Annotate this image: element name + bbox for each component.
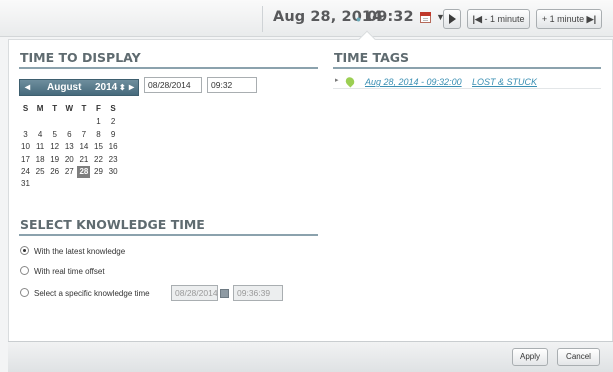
time-tag-time-link[interactable]: Aug 28, 2014 - 09:32:00 xyxy=(365,77,462,87)
calendar-day[interactable]: 10 xyxy=(19,141,32,153)
calendar-day[interactable]: 4 xyxy=(34,129,47,141)
calendar-day[interactable]: 9 xyxy=(107,129,120,141)
calendar-day[interactable]: 13 xyxy=(63,141,76,153)
weekday-header: W xyxy=(65,104,74,113)
calendar-day[interactable]: 27 xyxy=(63,166,76,178)
plus-minute-label: + 1 minute xyxy=(541,14,585,24)
toolbar-separator xyxy=(262,6,263,32)
weekday-header: F xyxy=(96,104,101,113)
time-tags-rule xyxy=(333,67,601,69)
calendar-icon[interactable] xyxy=(420,12,431,23)
real-time-offset-radio[interactable] xyxy=(20,266,29,275)
calendar-day[interactable]: 21 xyxy=(77,154,90,166)
weekday-header: S xyxy=(22,104,29,113)
specific-knowledge-time-label: Select a specific knowledge time xyxy=(34,289,150,298)
year-spinner-icon[interactable]: ⬍ xyxy=(119,83,126,92)
step-forward-icon: ▶| xyxy=(586,14,597,24)
date-time-separator: • xyxy=(356,11,361,27)
weekday-header: M xyxy=(36,104,44,113)
calendar-day[interactable]: 3 xyxy=(19,129,32,141)
weekday-header: S xyxy=(110,104,116,113)
calendar-day[interactable]: 24 xyxy=(19,166,32,178)
calendar-day[interactable]: 31 xyxy=(19,178,32,190)
calendar-month: August xyxy=(47,82,82,93)
specific-knowledge-time-radio[interactable] xyxy=(20,288,29,297)
time-to-display-rule xyxy=(19,67,318,69)
calendar-day[interactable]: 25 xyxy=(34,166,47,178)
apply-button[interactable]: Apply xyxy=(512,348,548,366)
plus-one-minute-button[interactable]: + 1 minute ▶| xyxy=(536,9,602,29)
calendar-day[interactable]: 19 xyxy=(48,154,61,166)
calendar-day[interactable]: 6 xyxy=(63,129,76,141)
calendar-header: ◂ August 2014 ⬍ ▸ xyxy=(19,79,139,96)
play-icon xyxy=(448,13,456,24)
prev-month-icon[interactable]: ◂ xyxy=(25,82,30,93)
time-tags-divider xyxy=(333,88,601,89)
calendar-day[interactable]: 17 xyxy=(19,154,32,166)
play-button[interactable] xyxy=(443,9,461,29)
time-tag-name-link[interactable]: LOST & STUCK xyxy=(472,77,537,87)
minus-one-minute-button[interactable]: |◀ - 1 minute xyxy=(467,9,530,29)
calendar-day[interactable]: 26 xyxy=(48,166,61,178)
calendar-day[interactable]: 18 xyxy=(34,154,47,166)
time-tags-heading: TIME TAGS xyxy=(334,50,409,65)
minus-minute-label: - 1 minute xyxy=(484,14,525,24)
cancel-button[interactable]: Cancel xyxy=(557,348,600,366)
top-toolbar: Aug 28, 2014 • 09:32 ▼ |◀ - 1 minute + 1… xyxy=(0,0,613,37)
calendar-day[interactable]: 23 xyxy=(107,154,120,166)
calendar-day[interactable]: 22 xyxy=(92,154,105,166)
display-date-input[interactable]: 08/28/2014 xyxy=(144,77,202,93)
calendar-day[interactable]: 16 xyxy=(107,141,120,153)
time-to-display-heading: TIME TO DISPLAY xyxy=(20,50,141,65)
calendar-day[interactable]: 2 xyxy=(107,116,120,128)
calendar-day[interactable]: 30 xyxy=(107,166,120,178)
expand-arrow-icon[interactable]: ▸ xyxy=(335,76,339,84)
calendar-grid-icon[interactable] xyxy=(220,289,229,298)
calendar-year: 2014 xyxy=(95,82,118,93)
calendar: ◂ August 2014 ⬍ ▸ xyxy=(19,79,139,96)
current-time: 09:32 xyxy=(367,9,414,25)
calendar-day[interactable]: 12 xyxy=(48,141,61,153)
calendar-day[interactable]: 29 xyxy=(92,166,105,178)
calendar-day[interactable]: 7 xyxy=(77,129,90,141)
knowledge-date-input[interactable]: 08/28/2014 xyxy=(171,285,218,301)
calendar-day[interactable]: 14 xyxy=(77,141,90,153)
calendar-day[interactable]: 1 xyxy=(92,116,105,128)
calendar-day-selected[interactable]: 28 xyxy=(77,166,91,178)
calendar-day[interactable]: 15 xyxy=(92,141,105,153)
weekday-header: T xyxy=(52,104,58,113)
next-month-icon[interactable]: ▸ xyxy=(129,82,134,93)
latest-knowledge-radio[interactable] xyxy=(20,246,29,255)
calendar-day[interactable]: 11 xyxy=(34,141,47,153)
calendar-day[interactable]: 5 xyxy=(48,129,61,141)
display-time-input[interactable]: 09:32 xyxy=(207,77,257,93)
knowledge-time-rule xyxy=(19,234,318,236)
knowledge-time-heading: SELECT KNOWLEDGE TIME xyxy=(20,217,205,232)
current-date: Aug 28, 2014 xyxy=(273,9,383,25)
latest-knowledge-label: With the latest knowledge xyxy=(34,247,126,256)
real-time-offset-label: With real time offset xyxy=(34,267,105,276)
calendar-day[interactable]: 20 xyxy=(63,154,76,166)
calendar-day[interactable]: 8 xyxy=(92,129,105,141)
step-back-icon: |◀ xyxy=(472,14,482,24)
knowledge-time-input[interactable]: 09:36:39 xyxy=(233,285,283,301)
weekday-header: T xyxy=(81,104,87,113)
